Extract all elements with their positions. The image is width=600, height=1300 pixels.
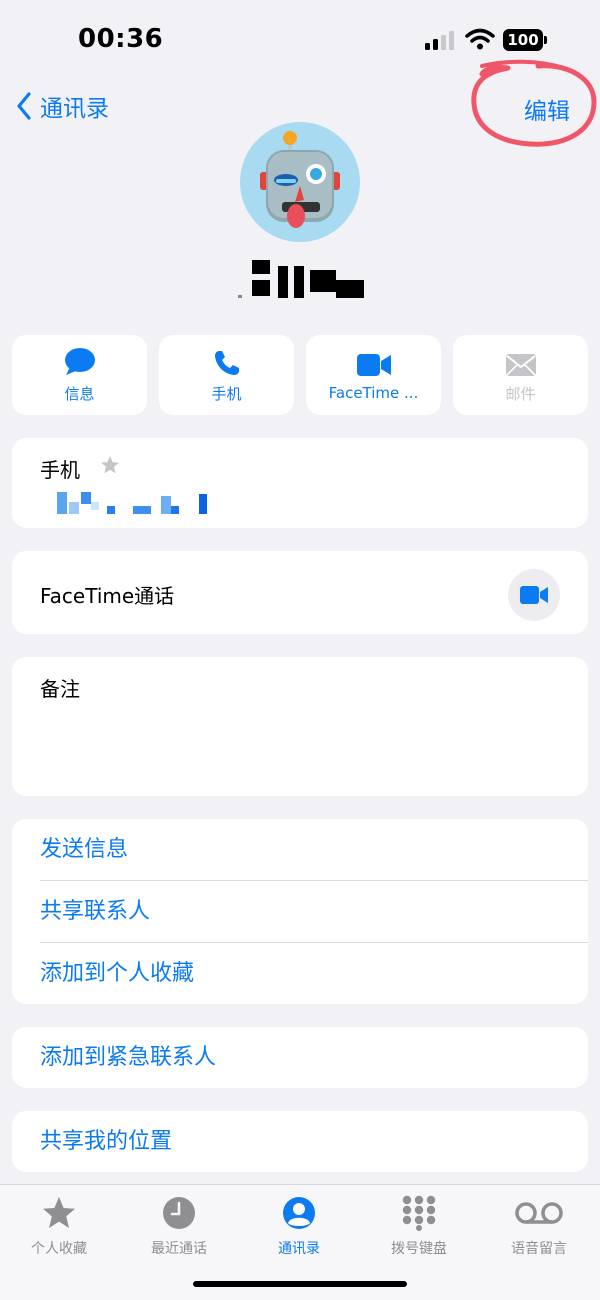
- call-action-button[interactable]: 手机: [159, 335, 294, 415]
- share-contact-link[interactable]: 共享联系人: [40, 881, 150, 943]
- notes-label: 备注: [40, 677, 80, 701]
- mail-action-label: 邮件: [505, 384, 536, 403]
- tab-recents[interactable]: 最近通话: [124, 1193, 234, 1258]
- edit-button[interactable]: 编辑: [524, 92, 570, 126]
- clock-icon: [162, 1193, 196, 1233]
- video-camera-icon: [356, 348, 392, 378]
- call-action-label: 手机: [211, 384, 242, 403]
- star-icon: [41, 1193, 77, 1233]
- facetime-video-button[interactable]: [508, 569, 560, 621]
- status-time: 00:36: [78, 24, 164, 54]
- wifi-icon: [465, 28, 495, 50]
- favorite-star-icon: [101, 456, 119, 474]
- tab-favorites[interactable]: 个人收藏: [4, 1193, 114, 1258]
- facetime-call-label: FaceTime通话: [40, 584, 175, 608]
- tab-voicemail[interactable]: 语音留言: [484, 1193, 594, 1258]
- chevron-left-icon: [17, 92, 31, 120]
- phone-number-redacted: [57, 492, 217, 516]
- add-to-emergency-contacts-link[interactable]: 添加到紧急联系人: [40, 1027, 216, 1089]
- back-label: 通讯录: [40, 96, 109, 122]
- facetime-action-label: FaceTime ...: [328, 384, 419, 402]
- tab-recents-label: 最近通话: [151, 1241, 207, 1257]
- video-camera-icon: [520, 586, 548, 604]
- contact-person-icon: [282, 1193, 316, 1233]
- mail-action-button[interactable]: 邮件: [453, 335, 588, 415]
- tab-favorites-label: 个人收藏: [31, 1241, 87, 1257]
- notes-card[interactable]: 备注: [12, 657, 588, 796]
- cellular-signal-icon: [425, 31, 454, 50]
- share-location-group: 共享我的位置: [12, 1111, 588, 1172]
- contact-actions-group: 发送信息 共享联系人 添加到个人收藏: [12, 819, 588, 1004]
- contact-avatar[interactable]: [240, 122, 360, 242]
- back-button[interactable]: 通讯录: [16, 88, 109, 124]
- battery-nub: [544, 36, 547, 44]
- emergency-contact-group: 添加到紧急联系人: [12, 1027, 588, 1088]
- message-action-button[interactable]: 信息: [12, 335, 147, 415]
- facetime-call-card[interactable]: FaceTime通话: [12, 551, 588, 634]
- tab-keypad-label: 拨号键盘: [391, 1241, 447, 1257]
- phone-number-card[interactable]: 手机: [12, 438, 588, 528]
- phone-field-label: 手机: [40, 458, 80, 482]
- status-bar: 00:36 100: [0, 0, 600, 80]
- share-my-location-link[interactable]: 共享我的位置: [40, 1111, 172, 1173]
- message-action-label: 信息: [64, 384, 95, 403]
- voicemail-icon: [514, 1193, 564, 1233]
- keypad-icon: [401, 1193, 437, 1233]
- tab-voicemail-label: 语音留言: [511, 1241, 567, 1257]
- contact-name-redacted: [238, 258, 368, 302]
- home-indicator[interactable]: [193, 1281, 407, 1287]
- message-bubble-icon: [64, 347, 96, 377]
- battery-indicator: 100: [503, 29, 543, 51]
- phone-icon: [213, 347, 241, 377]
- tab-keypad[interactable]: 拨号键盘: [364, 1193, 474, 1258]
- send-message-link[interactable]: 发送信息: [40, 819, 128, 881]
- tab-contacts[interactable]: 通讯录: [244, 1193, 354, 1258]
- robot-avatar-image: [260, 131, 340, 228]
- tab-contacts-label: 通讯录: [278, 1241, 320, 1257]
- mail-icon: [505, 347, 537, 377]
- facetime-action-button[interactable]: FaceTime ...: [306, 335, 441, 415]
- add-to-favorites-link[interactable]: 添加到个人收藏: [40, 943, 194, 1005]
